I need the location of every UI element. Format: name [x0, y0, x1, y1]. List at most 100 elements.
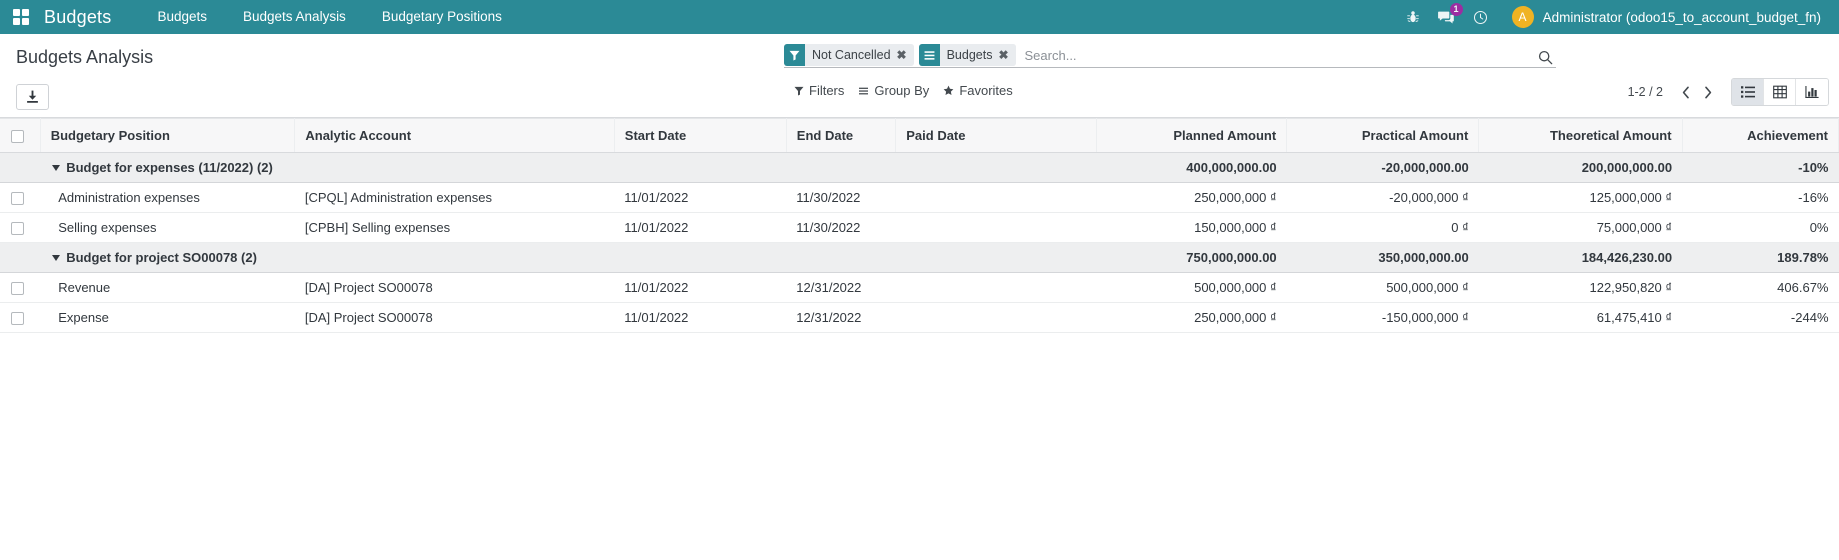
- group-practical-amount: 350,000,000.00: [1287, 243, 1479, 273]
- favorites-label: Favorites: [959, 83, 1012, 98]
- cell-budgetary-position: Revenue: [40, 273, 295, 303]
- messages-icon[interactable]: 1: [1430, 0, 1464, 34]
- cell-analytic-account: [CPBH] Selling expenses: [295, 213, 614, 243]
- group-spacer: [0, 153, 40, 183]
- cell-analytic-account: [CPQL] Administration expenses: [295, 183, 614, 213]
- apps-menu-button[interactable]: [0, 0, 42, 34]
- group-practical-amount: -20,000,000.00: [1287, 153, 1479, 183]
- group-by-icon: [919, 44, 940, 66]
- column-header-planned-amount[interactable]: Planned Amount: [1097, 119, 1287, 153]
- cell-theoretical-amount: 75,000,000 ₫: [1479, 213, 1682, 243]
- cell-planned-amount: 250,000,000 ₫: [1097, 183, 1287, 213]
- search-facet-budgets[interactable]: Budgets ✖: [919, 44, 1016, 66]
- cell-paid-date: [896, 183, 1097, 213]
- cell-practical-amount: 500,000,000 ₫: [1287, 273, 1479, 303]
- cell-paid-date: [896, 303, 1097, 333]
- row-checkbox[interactable]: [11, 192, 24, 205]
- graph-view-button[interactable]: [1796, 79, 1828, 105]
- page-title: Budgets Analysis: [16, 46, 153, 68]
- search-facet-not-cancelled[interactable]: Not Cancelled ✖: [784, 44, 914, 66]
- nav-item-budgets[interactable]: Budgets: [139, 0, 225, 34]
- user-menu[interactable]: A Administrator (odoo15_to_account_budge…: [1498, 0, 1825, 34]
- group-label-text: Budget for project SO00078 (2): [66, 250, 257, 265]
- table-icon: [1773, 85, 1787, 99]
- search-dropdown-bar: Filters Group By Favorites: [792, 80, 1025, 101]
- cell-budgetary-position: Expense: [40, 303, 295, 333]
- column-header-end-date[interactable]: End Date: [786, 119, 895, 153]
- group-by-icon: [858, 86, 869, 96]
- activities-clock-icon[interactable]: [1464, 0, 1498, 34]
- column-header-practical-amount[interactable]: Practical Amount: [1287, 119, 1479, 153]
- table-row[interactable]: Selling expenses [CPBH] Selling expenses…: [0, 213, 1839, 243]
- cell-paid-date: [896, 273, 1097, 303]
- cell-analytic-account: [DA] Project SO00078: [295, 303, 614, 333]
- group-header-cell[interactable]: Budget for project SO00078 (2): [40, 243, 1097, 273]
- navbar-right: 1 A Administrator (odoo15_to_account_bud…: [1396, 0, 1825, 34]
- filter-icon: [794, 86, 804, 96]
- pager: 1-2 / 2: [1628, 81, 1719, 103]
- group-achievement: -10%: [1682, 153, 1838, 183]
- nav-item-budgets-analysis[interactable]: Budgets Analysis: [225, 0, 364, 34]
- group-achievement: 189.78%: [1682, 243, 1838, 273]
- brand-title[interactable]: Budgets: [42, 7, 121, 28]
- group-theoretical-amount: 200,000,000.00: [1479, 153, 1682, 183]
- filters-dropdown[interactable]: Filters: [792, 80, 856, 101]
- row-checkbox[interactable]: [11, 282, 24, 295]
- group-header-cell[interactable]: Budget for expenses (11/2022) (2): [40, 153, 1097, 183]
- bar-chart-icon: [1805, 85, 1819, 99]
- list-icon: [1741, 85, 1755, 99]
- search-facet-remove-icon[interactable]: ✖: [896, 44, 914, 66]
- row-checkbox[interactable]: [11, 312, 24, 325]
- star-icon: [943, 85, 954, 96]
- search-icon[interactable]: [1534, 46, 1556, 68]
- select-all-checkbox[interactable]: [11, 130, 24, 143]
- control-panel: Budgets Analysis Not Cancelled ✖: [0, 34, 1839, 118]
- search-area: Not Cancelled ✖ Budgets ✖: [784, 44, 1556, 68]
- favorites-dropdown[interactable]: Favorites: [941, 80, 1024, 101]
- group-theoretical-amount: 184,426,230.00: [1479, 243, 1682, 273]
- cell-start-date: 11/01/2022: [614, 213, 786, 243]
- filter-icon: [784, 44, 805, 66]
- budgets-analysis-table: Budgetary Position Analytic Account Star…: [0, 118, 1839, 333]
- nav-item-budgetary-positions[interactable]: Budgetary Positions: [364, 0, 520, 34]
- cell-theoretical-amount: 61,475,410 ₫: [1479, 303, 1682, 333]
- cell-planned-amount: 150,000,000 ₫: [1097, 213, 1287, 243]
- group-row[interactable]: Budget for project SO00078 (2) 750,000,0…: [0, 243, 1839, 273]
- export-button[interactable]: [16, 84, 49, 110]
- column-header-theoretical-amount[interactable]: Theoretical Amount: [1479, 119, 1682, 153]
- caret-down-icon: [52, 165, 60, 171]
- cell-achievement: -16%: [1682, 183, 1838, 213]
- table-row[interactable]: Revenue [DA] Project SO00078 11/01/2022 …: [0, 273, 1839, 303]
- column-header-paid-date[interactable]: Paid Date: [896, 119, 1097, 153]
- column-header-achievement[interactable]: Achievement: [1682, 119, 1838, 153]
- table-row[interactable]: Expense [DA] Project SO00078 11/01/2022 …: [0, 303, 1839, 333]
- table-body: Budget for expenses (11/2022) (2) 400,00…: [0, 153, 1839, 333]
- group-by-dropdown[interactable]: Group By: [856, 80, 941, 101]
- cell-practical-amount: -150,000,000 ₫: [1287, 303, 1479, 333]
- navbar-menu: Budgets Budgets Analysis Budgetary Posit…: [139, 0, 519, 34]
- select-all-header: [0, 119, 40, 153]
- pivot-view-button[interactable]: [1764, 79, 1796, 105]
- bug-icon[interactable]: [1396, 0, 1430, 34]
- search-facet-remove-icon[interactable]: ✖: [997, 44, 1015, 66]
- chevron-left-icon[interactable]: [1675, 81, 1697, 103]
- cell-start-date: 11/01/2022: [614, 303, 786, 333]
- column-header-start-date[interactable]: Start Date: [614, 119, 786, 153]
- group-planned-amount: 750,000,000.00: [1097, 243, 1287, 273]
- search-facet-label: Budgets: [940, 44, 998, 66]
- cell-practical-amount: -20,000,000 ₫: [1287, 183, 1479, 213]
- table-row[interactable]: Administration expenses [CPQL] Administr…: [0, 183, 1839, 213]
- pager-value[interactable]: 1-2 / 2: [1628, 85, 1675, 99]
- group-row[interactable]: Budget for expenses (11/2022) (2) 400,00…: [0, 153, 1839, 183]
- chevron-right-icon[interactable]: [1697, 81, 1719, 103]
- list-view-button[interactable]: [1732, 79, 1764, 105]
- cell-end-date: 12/31/2022: [786, 303, 895, 333]
- search-input[interactable]: [1021, 44, 1556, 67]
- column-header-budgetary-position[interactable]: Budgetary Position: [40, 119, 295, 153]
- row-checkbox[interactable]: [11, 222, 24, 235]
- cell-planned-amount: 500,000,000 ₫: [1097, 273, 1287, 303]
- group-planned-amount: 400,000,000.00: [1097, 153, 1287, 183]
- search-box[interactable]: Not Cancelled ✖ Budgets ✖: [784, 44, 1556, 68]
- column-header-analytic-account[interactable]: Analytic Account: [295, 119, 614, 153]
- group-by-label: Group By: [874, 83, 929, 98]
